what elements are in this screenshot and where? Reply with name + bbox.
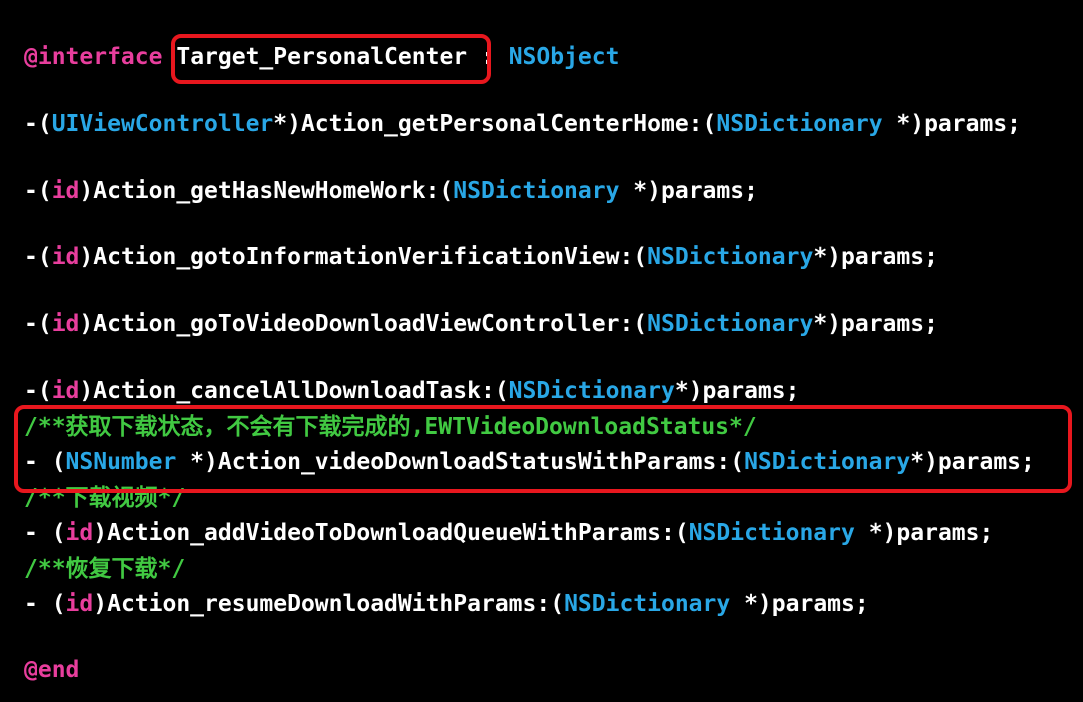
method-suffix: *)params; — [730, 591, 869, 617]
method-name: )Action_resumeDownloadWithParams:( — [93, 591, 565, 617]
method-line-8: - (id)Action_resumeDownloadWithParams:(N… — [24, 590, 869, 618]
code-editor[interactable]: @interface Target_PersonalCenter : NSObj… — [0, 0, 1083, 702]
method-suffix: *)params; — [674, 378, 800, 404]
return-type: id — [65, 520, 94, 546]
return-type: id — [51, 244, 80, 270]
param-type: NSDictionary — [647, 311, 814, 337]
param-type: NSDictionary — [647, 244, 814, 270]
param-type: NSDictionary — [688, 520, 855, 546]
method-name: )Action_addVideoToDownloadQueueWithParam… — [93, 520, 689, 546]
method-prefix: -( — [24, 111, 52, 137]
method-name: )Action_goToVideoDownloadViewController:… — [79, 311, 648, 337]
method-prefix: -( — [24, 178, 52, 204]
method-suffix: *)params; — [813, 244, 938, 270]
end-keyword: @end — [24, 657, 80, 683]
method-line-2: -(id)Action_getHasNewHomeWork:(NSDiction… — [24, 177, 758, 205]
method-line-7: - (id)Action_addVideoToDownloadQueueWith… — [24, 519, 993, 547]
method-line-5: -(id)Action_cancelAllDownloadTask:(NSDic… — [24, 377, 799, 405]
comment-resume-download: /**恢复下载*/ — [24, 556, 186, 582]
method-prefix: -( — [24, 311, 52, 337]
return-type: id — [65, 591, 94, 617]
superclass: NSObject — [508, 44, 620, 70]
method-suffix: *)params; — [854, 520, 994, 546]
method-prefix: - ( — [24, 520, 66, 546]
method-line-4: -(id)Action_goToVideoDownloadViewControl… — [24, 310, 938, 338]
param-type: NSDictionary — [508, 378, 675, 404]
method-prefix: -( — [24, 244, 52, 270]
method-name: )Action_gotoInformationVerificationView:… — [79, 244, 648, 270]
param-type: NSDictionary — [453, 178, 620, 204]
method-prefix: - ( — [24, 591, 66, 617]
param-type: NSDictionary — [564, 591, 731, 617]
param-type: NSDictionary — [716, 111, 883, 137]
return-type: id — [51, 311, 80, 337]
method-line-1: -(UIViewController*)Action_getPersonalCe… — [24, 110, 1021, 138]
download-status-highlight — [14, 405, 1072, 493]
method-suffix: *)params; — [882, 111, 1022, 137]
interface-keyword: @interface — [24, 44, 163, 70]
method-line-3: -(id)Action_gotoInformationVerificationV… — [24, 243, 938, 271]
method-name: *)Action_getPersonalCenterHome:( — [273, 111, 717, 137]
method-prefix: -( — [24, 378, 52, 404]
method-name: )Action_getHasNewHomeWork:( — [79, 178, 454, 204]
return-type: UIViewController — [51, 111, 274, 137]
method-suffix: *)params; — [619, 178, 758, 204]
method-suffix: *)params; — [813, 311, 938, 337]
return-type: id — [51, 378, 80, 404]
method-name: )Action_cancelAllDownloadTask:( — [79, 378, 509, 404]
return-type: id — [51, 178, 80, 204]
class-name-highlight — [171, 34, 491, 84]
